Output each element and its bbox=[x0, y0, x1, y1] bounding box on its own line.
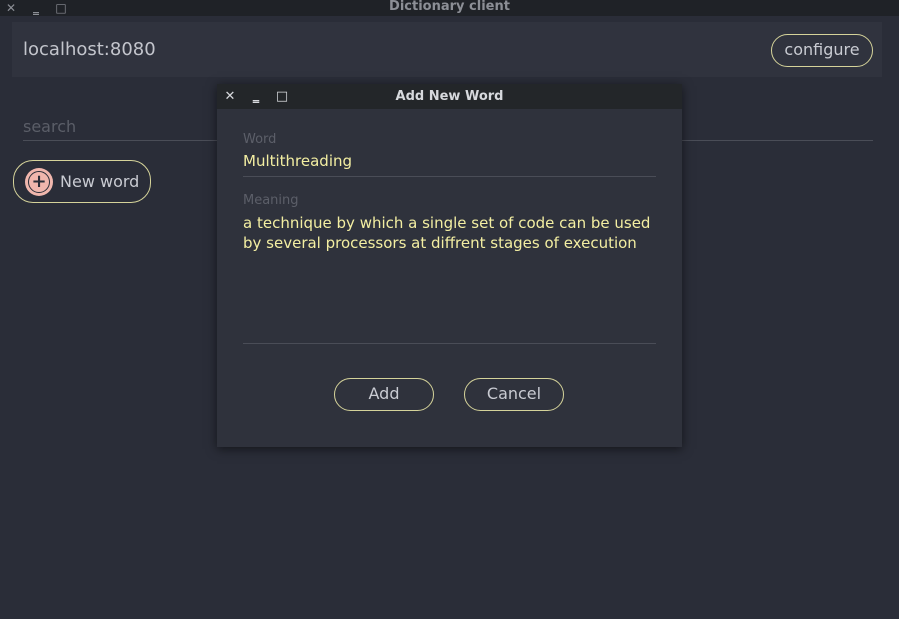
dialog-titlebar: ✕ ‗ □ Add New Word bbox=[217, 84, 682, 109]
window-titlebar: ✕ ‗ □ Dictionary client bbox=[0, 0, 899, 16]
window-title: Dictionary client bbox=[389, 0, 510, 14]
plus-glyph: + bbox=[28, 171, 50, 193]
add-button[interactable]: Add bbox=[334, 378, 434, 411]
host-address: localhost:8080 bbox=[23, 39, 156, 60]
host-bar: localhost:8080 configure bbox=[12, 22, 882, 77]
plus-circle-icon: + bbox=[25, 168, 53, 196]
dialog-title: Add New Word bbox=[395, 89, 504, 104]
meaning-field[interactable]: a technique by which a single set of cod… bbox=[243, 213, 656, 344]
word-field[interactable]: Multithreading bbox=[243, 151, 656, 177]
cancel-button[interactable]: Cancel bbox=[464, 378, 564, 411]
add-word-dialog: ✕ ‗ □ Add New Word Word Multithreading M… bbox=[217, 84, 682, 447]
configure-button[interactable]: configure bbox=[771, 34, 873, 67]
new-word-label: New word bbox=[60, 172, 140, 191]
word-field-label: Word bbox=[243, 132, 277, 147]
new-word-button[interactable]: + New word bbox=[13, 160, 151, 203]
meaning-field-label: Meaning bbox=[243, 193, 299, 208]
